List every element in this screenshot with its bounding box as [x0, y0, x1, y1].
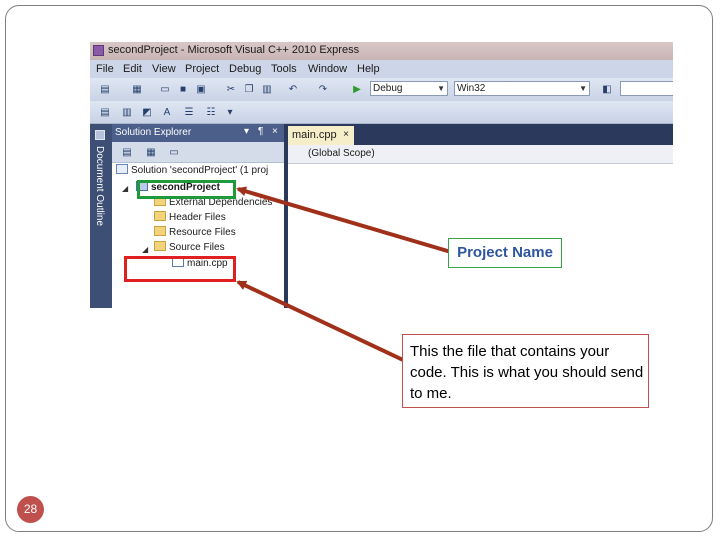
project-name-callout: Project Name	[448, 238, 562, 268]
callout-arrows	[236, 186, 452, 370]
arrow-to-main-file	[236, 280, 421, 370]
file-note-callout: This the file that contains your code. T…	[402, 334, 649, 408]
arrow-to-project	[236, 186, 452, 254]
slide-number: 28	[17, 496, 44, 523]
